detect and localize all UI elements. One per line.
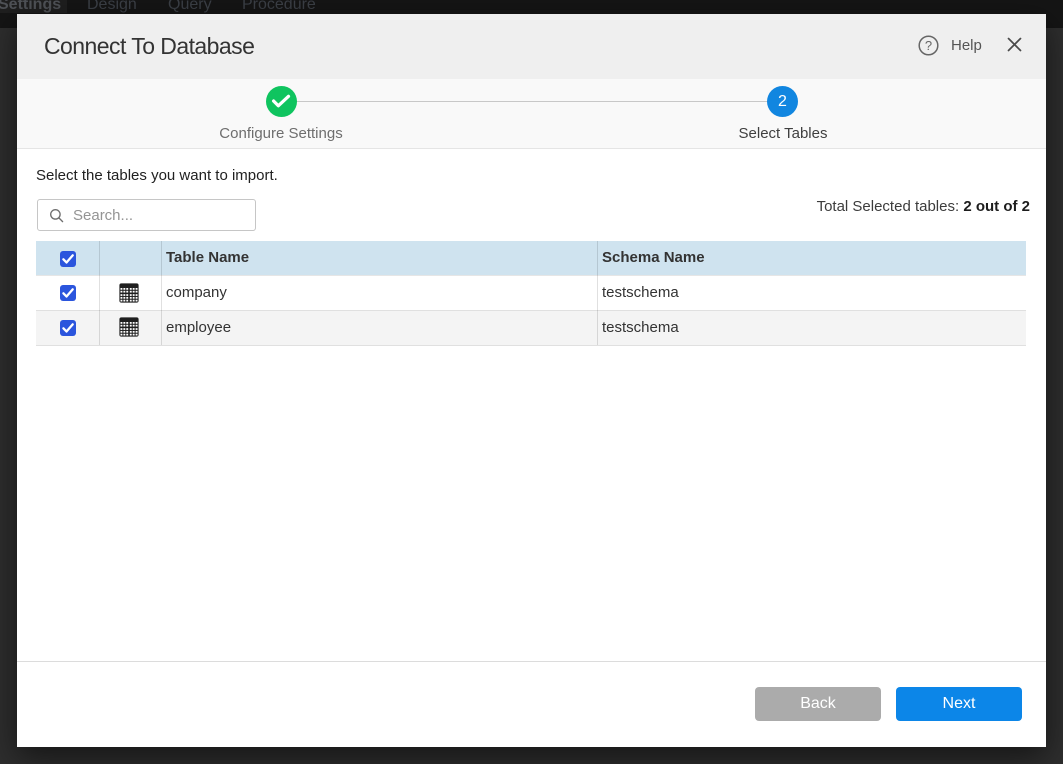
svg-text:?: ? (925, 38, 932, 53)
